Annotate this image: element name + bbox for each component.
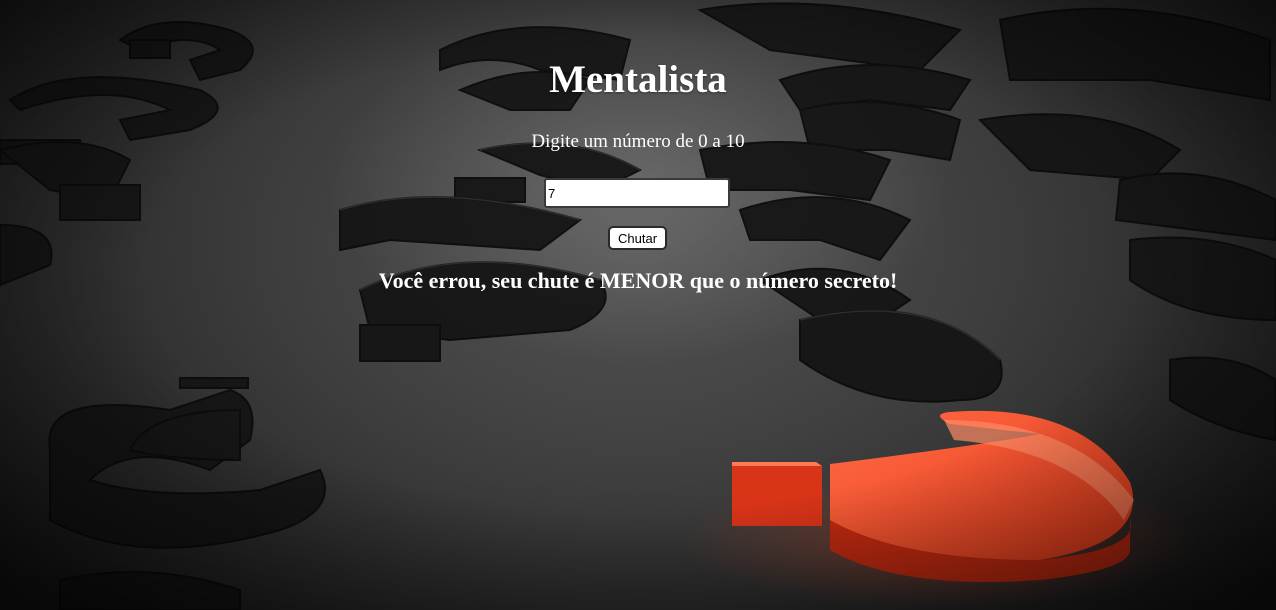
page-title: Mentalista [549,58,727,101]
prompt-text: Digite um número de 0 a 10 [531,131,745,152]
result-message: Você errou, seu chute é MENOR que o núme… [378,268,898,293]
guess-input[interactable] [544,178,730,208]
guess-button[interactable]: Chutar [608,226,668,250]
